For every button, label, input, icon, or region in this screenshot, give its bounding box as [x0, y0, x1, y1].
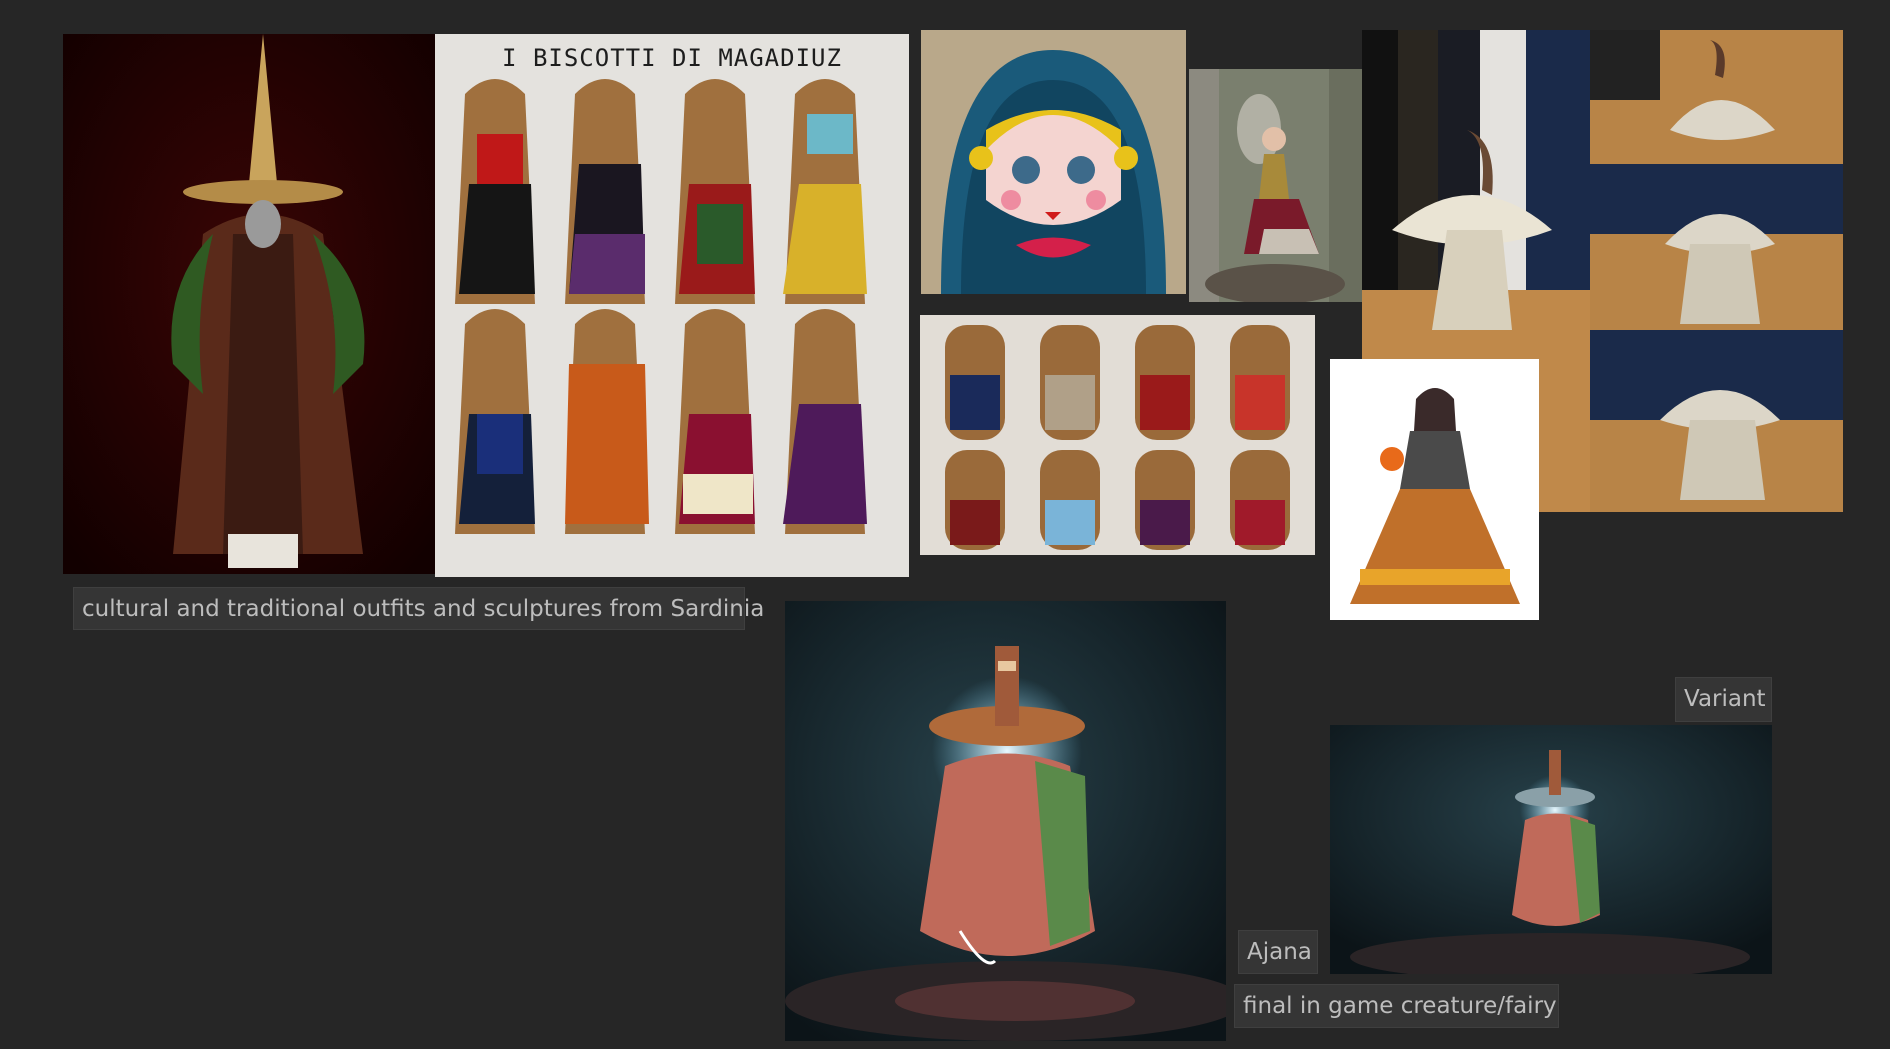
ceramic-mushroom-bottom-illustration: [1590, 330, 1843, 512]
caption-variant: Variant: [1675, 677, 1772, 722]
painted-doll-photo[interactable]: [921, 30, 1186, 294]
biscotti-title: I BISCOTTI DI MAGADIUZ: [502, 44, 842, 72]
biscotti-photo[interactable]: I BISCOTTI DI MAGADIUZ: [435, 34, 909, 577]
final-creature-render[interactable]: [785, 601, 1226, 1041]
costume-hat-photo[interactable]: [63, 34, 435, 574]
doll-orange-skirt-illustration: [1330, 359, 1539, 620]
ceramic-mushroom-bottom-photo[interactable]: [1590, 330, 1843, 512]
doll-orange-skirt-photo[interactable]: [1330, 359, 1539, 620]
ceramic-mushroom-top-photo[interactable]: [1590, 30, 1843, 164]
ceramic-mushroom-middle-photo[interactable]: [1590, 164, 1843, 330]
fairy-figurine-photo[interactable]: [1189, 69, 1362, 302]
caption-name: Ajana: [1238, 930, 1318, 974]
variant-creature-illustration: [1330, 725, 1772, 974]
caption-final: final in game creature/fairy: [1234, 984, 1559, 1028]
costume-hat-illustration: [63, 34, 435, 574]
ceramic-mushroom-middle-illustration: [1590, 164, 1843, 330]
ceramic-mushroom-top-illustration: [1590, 30, 1843, 164]
painted-doll-illustration: [921, 30, 1186, 294]
fairy-figurine-illustration: [1189, 69, 1362, 302]
biscotti-illustration: [435, 34, 909, 577]
variant-creature-render[interactable]: [1330, 725, 1772, 974]
cookie-figures-photo[interactable]: [920, 315, 1315, 555]
final-creature-illustration: [785, 601, 1226, 1041]
moodboard-canvas: I BISCOTTI DI MAGADIUZ cultural and trad…: [0, 0, 1890, 1049]
caption-main: cultural and traditional outfits and scu…: [73, 587, 764, 630]
cookie-figures-illustration: [920, 315, 1315, 555]
